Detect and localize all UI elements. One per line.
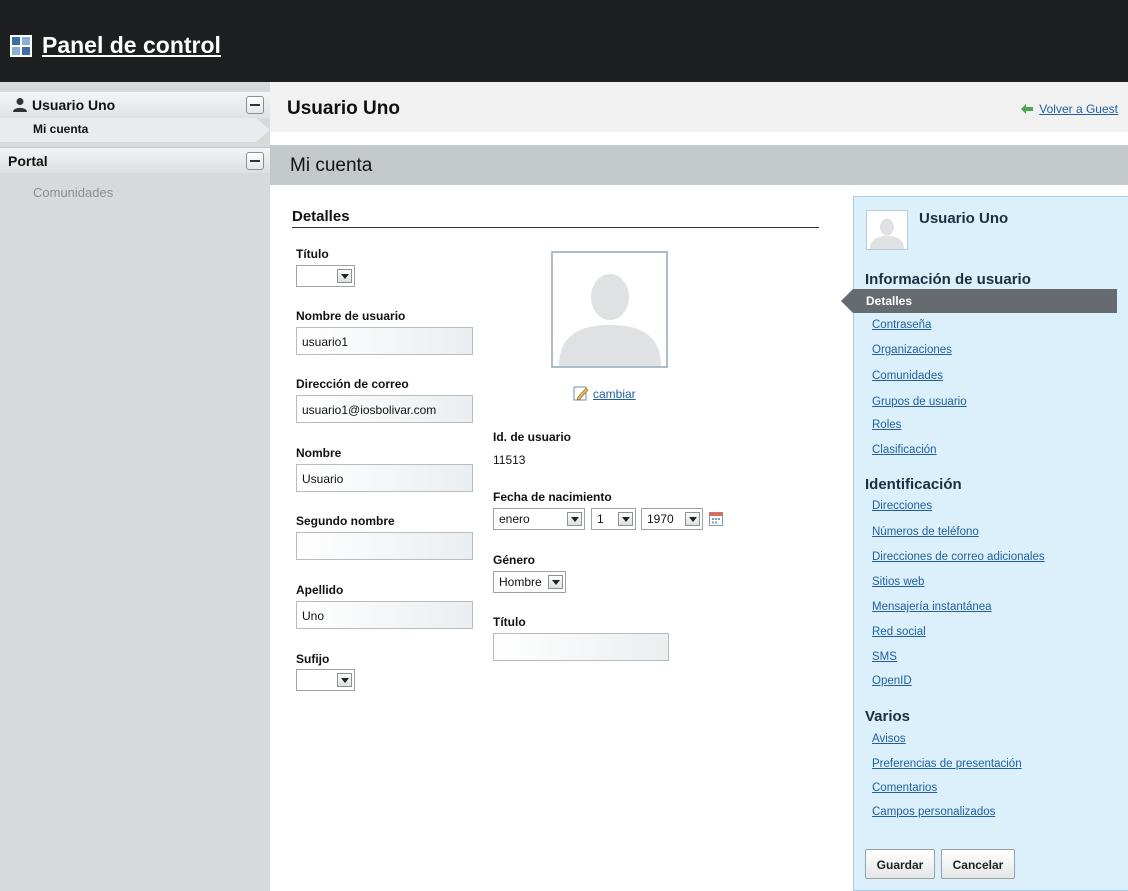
birth-year-select[interactable]: 1970 bbox=[641, 508, 703, 530]
email-input[interactable]: usuario1@iosbolivar.com bbox=[296, 395, 473, 423]
sufijo-label: Sufijo bbox=[296, 652, 330, 666]
chevron-down-icon bbox=[337, 269, 352, 283]
person-icon bbox=[13, 98, 27, 112]
panel-link-roles[interactable]: Roles bbox=[872, 419, 901, 431]
sidebar-item-comunidades[interactable]: Comunidades bbox=[33, 185, 113, 200]
panel-user-name: Usuario Uno bbox=[919, 210, 1009, 227]
sidebar-portal-title: Portal bbox=[8, 153, 48, 169]
page-title: Usuario Uno bbox=[287, 98, 400, 119]
sidebar-item-mi-cuenta[interactable]: Mi cuenta bbox=[0, 118, 270, 142]
page-header: Usuario Uno Volver a Guest bbox=[270, 82, 1128, 132]
panel-item-detalles[interactable]: Detalles bbox=[841, 289, 1117, 313]
back-link-label: Volver a Guest bbox=[1039, 102, 1118, 116]
collapse-user-section-button[interactable] bbox=[246, 96, 264, 114]
panel-link-preferencias[interactable]: Preferencias de presentación bbox=[872, 758, 1022, 770]
birth-year-value: 1970 bbox=[647, 512, 674, 526]
panel-link-comunidades[interactable]: Comunidades bbox=[872, 370, 943, 382]
panel-link-sitios-web[interactable]: Sitios web bbox=[872, 576, 924, 588]
job-title-label: Título bbox=[493, 615, 526, 629]
segundo-nombre-input[interactable] bbox=[296, 532, 473, 560]
panel-link-sms[interactable]: SMS bbox=[872, 651, 897, 663]
control-panel-logo-icon[interactable] bbox=[10, 35, 32, 57]
titulo-select[interactable] bbox=[296, 265, 355, 287]
panel-link-correos-adicionales[interactable]: Direcciones de correo adicionales bbox=[872, 551, 1045, 563]
sufijo-select[interactable] bbox=[296, 669, 355, 691]
green-arrow-left-icon bbox=[1021, 104, 1034, 114]
titulo-label: Título bbox=[296, 247, 329, 261]
panel-link-clasificacion[interactable]: Clasificación bbox=[872, 444, 937, 456]
section-title: Mi cuenta bbox=[290, 155, 373, 176]
section-bar: Mi cuenta bbox=[270, 145, 1128, 185]
panel-link-telefonos[interactable]: Números de teléfono bbox=[872, 526, 979, 538]
chevron-down-icon bbox=[618, 512, 633, 526]
panel-link-avisos[interactable]: Avisos bbox=[872, 733, 906, 745]
panel-link-grupos[interactable]: Grupos de usuario bbox=[872, 396, 967, 408]
chevron-down-icon bbox=[567, 512, 582, 526]
user-id-label: Id. de usuario bbox=[493, 430, 572, 444]
default-avatar-icon bbox=[870, 218, 904, 249]
birth-day-select[interactable]: 1 bbox=[591, 508, 636, 530]
panel-link-mensajeria[interactable]: Mensajería instantánea bbox=[872, 601, 992, 613]
panel-link-red-social[interactable]: Red social bbox=[872, 626, 926, 638]
segundo-nombre-label: Segundo nombre bbox=[296, 514, 395, 528]
panel-link-organizaciones[interactable]: Organizaciones bbox=[872, 344, 952, 356]
chevron-down-icon bbox=[337, 673, 352, 687]
panel-link-comentarios[interactable]: Comentarios bbox=[872, 782, 937, 794]
birth-month-value: enero bbox=[499, 512, 530, 526]
chevron-down-icon bbox=[548, 575, 563, 589]
change-portrait-link[interactable]: cambiar bbox=[573, 385, 636, 401]
chevron-down-icon bbox=[685, 512, 700, 526]
apellido-label: Apellido bbox=[296, 583, 344, 597]
gender-value: Hombre bbox=[499, 575, 542, 589]
info-heading: Información de usuario bbox=[865, 271, 1031, 288]
sidebar: Usuario Uno Mi cuenta Portal Comunidades bbox=[0, 82, 270, 891]
back-to-guest-link[interactable]: Volver a Guest bbox=[1021, 102, 1118, 116]
birth-day-value: 1 bbox=[597, 512, 604, 526]
sidebar-portal-header[interactable]: Portal bbox=[0, 147, 270, 173]
panel-link-contrasena[interactable]: Contraseña bbox=[872, 319, 931, 331]
control-panel-title-link[interactable]: Panel de control bbox=[42, 32, 221, 59]
calendar-icon[interactable] bbox=[709, 512, 723, 526]
save-button[interactable]: Guardar bbox=[865, 849, 935, 879]
cancel-button[interactable]: Cancelar bbox=[941, 849, 1015, 879]
panel-link-openid[interactable]: OpenID bbox=[872, 675, 912, 687]
username-input[interactable]: usuario1 bbox=[296, 327, 473, 355]
username-label: Nombre de usuario bbox=[296, 309, 406, 323]
sidebar-user-header[interactable]: Usuario Uno bbox=[0, 92, 270, 118]
details-divider bbox=[292, 227, 819, 228]
user-portrait[interactable] bbox=[551, 251, 668, 368]
job-title-input[interactable] bbox=[493, 633, 669, 661]
pencil-icon bbox=[573, 386, 589, 401]
panel-link-campos[interactable]: Campos personalizados bbox=[872, 806, 995, 818]
nombre-label: Nombre bbox=[296, 446, 342, 460]
sidebar-user-title: Usuario Uno bbox=[32, 97, 116, 113]
gender-select[interactable]: Hombre bbox=[493, 571, 566, 593]
change-portrait-label: cambiar bbox=[593, 387, 636, 401]
email-label: Dirección de correo bbox=[296, 377, 409, 391]
birth-month-select[interactable]: enero bbox=[493, 508, 585, 530]
panel-avatar bbox=[866, 210, 908, 250]
collapse-portal-section-button[interactable] bbox=[246, 152, 264, 170]
default-avatar-icon bbox=[553, 253, 666, 366]
top-bar: Panel de control bbox=[0, 0, 1128, 82]
apellido-input[interactable]: Uno bbox=[296, 601, 473, 629]
misc-heading: Varios bbox=[865, 708, 911, 725]
details-heading: Detalles bbox=[292, 208, 350, 225]
nombre-input[interactable]: Usuario bbox=[296, 464, 473, 492]
panel-link-direcciones[interactable]: Direcciones bbox=[872, 500, 932, 512]
identification-heading: Identificación bbox=[865, 476, 962, 493]
user-id-value: 11513 bbox=[493, 453, 526, 467]
birth-date-label: Fecha de nacimiento bbox=[493, 490, 612, 504]
gender-label: Género bbox=[493, 553, 536, 567]
